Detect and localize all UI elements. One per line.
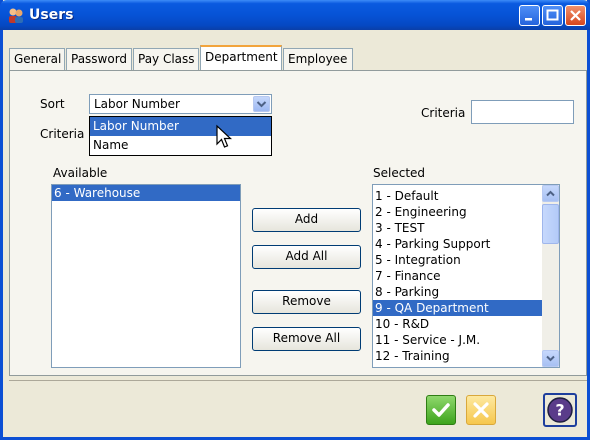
list-item[interactable]: 8 - Parking: [373, 284, 543, 300]
check-icon: [432, 403, 450, 417]
close-button[interactable]: [565, 5, 586, 26]
title-bar[interactable]: Users: [0, 0, 590, 30]
chevron-up-icon: [546, 190, 555, 197]
tab-pay-class[interactable]: Pay Class: [133, 48, 199, 70]
mouse-cursor-icon: [216, 124, 233, 148]
tab-password[interactable]: Password: [66, 48, 132, 70]
maximize-button[interactable]: [542, 5, 563, 26]
x-icon: [473, 402, 489, 418]
minimize-icon: [525, 18, 532, 21]
help-button[interactable]: ?: [543, 393, 577, 427]
close-icon: [570, 10, 581, 21]
remove-all-button[interactable]: Remove All: [252, 327, 361, 351]
users-app-icon: [9, 8, 23, 23]
add-all-button[interactable]: Add All: [252, 245, 361, 269]
minimize-button[interactable]: [519, 5, 540, 26]
sort-dropdown-list: Labor Number Name: [89, 116, 272, 156]
sort-select-value: Labor Number: [94, 97, 180, 111]
available-list[interactable]: 6 - Warehouse: [51, 184, 241, 368]
scroll-thumb[interactable]: [542, 204, 559, 244]
add-button[interactable]: Add: [252, 208, 361, 232]
tab-general[interactable]: General: [9, 48, 65, 70]
selected-list[interactable]: 1 - Default 2 - Engineering 3 - TEST 4 -…: [372, 184, 560, 368]
list-item[interactable]: 12 - Training: [373, 348, 543, 364]
available-label: Available: [53, 166, 108, 180]
list-item[interactable]: 7 - Finance: [373, 268, 543, 284]
sort-option-labor-number[interactable]: Labor Number: [90, 117, 271, 136]
list-item[interactable]: 5 - Integration: [373, 252, 543, 268]
sort-option-name[interactable]: Name: [90, 136, 271, 155]
scroll-up-button[interactable]: [542, 185, 559, 202]
criteria-left-label: Criteria: [40, 127, 85, 141]
chevron-down-icon: [256, 101, 267, 108]
criteria-input[interactable]: [471, 100, 574, 124]
list-item[interactable]: 1 - Default: [373, 188, 543, 204]
selected-label: Selected: [373, 166, 426, 180]
users-window: Users General Password Pay Class Departm…: [0, 0, 590, 440]
list-item[interactable]: 4 - Parking Support: [373, 236, 543, 252]
sort-select[interactable]: Labor Number: [89, 94, 272, 114]
tab-employee[interactable]: Employee: [283, 48, 353, 70]
selected-list-scrollbar[interactable]: [542, 185, 559, 367]
criteria-right-label: Criteria: [421, 106, 466, 120]
list-item[interactable]: 3 - TEST: [373, 220, 543, 236]
tab-department[interactable]: Department: [200, 45, 282, 71]
sort-label: Sort: [40, 97, 65, 111]
cancel-button[interactable]: [466, 395, 496, 425]
remove-button[interactable]: Remove: [252, 290, 361, 314]
maximize-icon: [546, 9, 559, 21]
list-item[interactable]: 10 - R&D: [373, 316, 543, 332]
chevron-down-icon: [546, 355, 555, 362]
help-icon: ?: [547, 397, 573, 423]
list-item[interactable]: 9 - QA Department: [373, 300, 543, 316]
dialog-footer: ?: [9, 380, 587, 436]
sort-dropdown-button[interactable]: [253, 96, 270, 112]
list-item[interactable]: 11 - Service - J.M.: [373, 332, 543, 348]
scroll-down-button[interactable]: [542, 350, 559, 367]
list-item[interactable]: 6 - Warehouse: [52, 185, 240, 201]
list-item[interactable]: 2 - Engineering: [373, 204, 543, 220]
window-title: Users: [29, 7, 74, 23]
svg-text:?: ?: [555, 401, 564, 420]
ok-button[interactable]: [426, 395, 456, 425]
